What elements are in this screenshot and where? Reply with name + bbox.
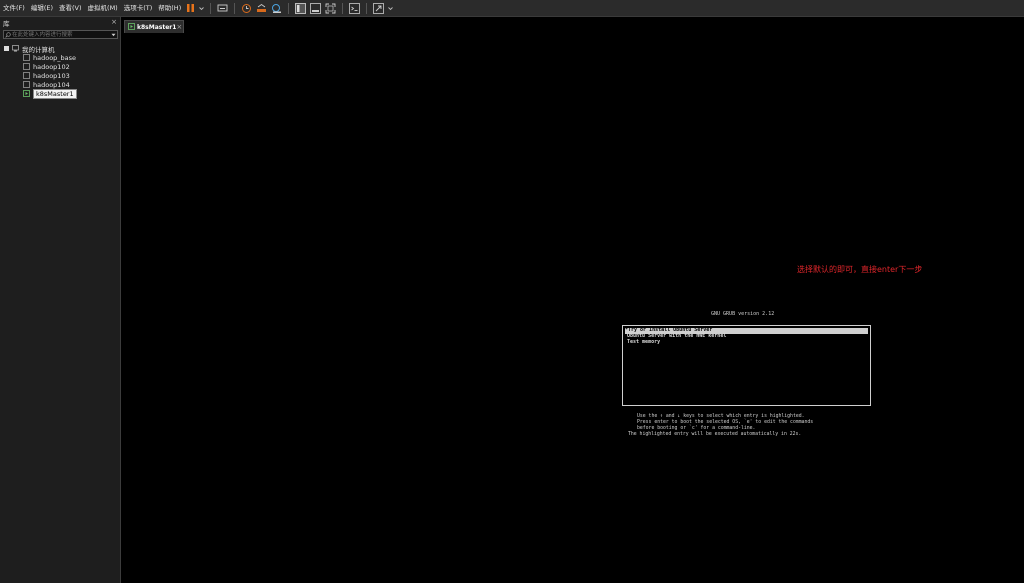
tab-k8smaster1[interactable]: k8sMaster1 × (124, 20, 184, 33)
tab-strip: k8sMaster1 × (121, 17, 1024, 34)
grub-version: GNU GRUB version 2.12 (711, 311, 775, 317)
vm-icon (23, 72, 30, 79)
grub-help-line: Use the ↑ and ↓ keys to select which ent… (637, 414, 805, 419)
computer-icon (12, 45, 19, 52)
menu-file[interactable]: 文件(F) (0, 0, 28, 16)
tree-item-label: k8sMaster1 (33, 88, 77, 99)
menu-tabs[interactable]: 选项卡(T) (121, 0, 156, 16)
pause-icon[interactable] (186, 0, 195, 16)
menu-edit[interactable]: 编辑(E) (28, 0, 56, 16)
snapshot-icon[interactable] (241, 0, 252, 16)
toolbar-separator (234, 2, 236, 14)
tree-item-label: hadoop103 (33, 71, 70, 80)
vm-icon (23, 81, 30, 88)
terminal-icon[interactable] (349, 0, 361, 16)
tree-item-label: hadoop_base (33, 53, 77, 62)
revert-snapshot-icon[interactable] (256, 0, 267, 16)
tree-item-hadoop-base[interactable]: hadoop_base (23, 53, 76, 62)
menu-view[interactable]: 查看(V) (56, 0, 85, 16)
tree-root-my-computer[interactable]: 我的计算机 (4, 44, 55, 54)
toolbar-separator (342, 2, 344, 14)
dropdown-arrow-icon[interactable] (388, 0, 394, 16)
toolbar-separator (366, 2, 368, 14)
tree-item-hadoop103[interactable]: hadoop103 (23, 71, 70, 80)
tree-root-label: 我的计算机 (22, 45, 55, 54)
library-search-box[interactable] (3, 30, 118, 39)
collapse-icon[interactable] (4, 46, 9, 51)
console-view-icon[interactable] (310, 0, 322, 16)
menu-bar: 文件(F) 编辑(E) 查看(V) 虚拟机(M) 选项卡(T) 帮助(H) (0, 0, 1024, 17)
vm-console[interactable]: 选择默认的即可，直接enter下一步 GNU GRUB version 2.12… (121, 34, 1024, 583)
tree-item-k8smaster1[interactable]: k8sMaster1 (23, 88, 77, 99)
search-dropdown-icon[interactable] (110, 33, 117, 37)
tree-item-label: hadoop102 (33, 62, 70, 71)
tree-item-label: hadoop104 (33, 80, 70, 89)
grub-help-line: before booting or `c' for a command-line… (637, 426, 756, 431)
menu-vm[interactable]: 虚拟机(M) (85, 0, 121, 16)
grub-menu: *Try or Install Ubuntu Server Ubuntu Ser… (622, 325, 871, 406)
search-icon (4, 31, 12, 38)
library-view-icon[interactable] (295, 0, 307, 16)
annotation-text: 选择默认的即可，直接enter下一步 (797, 265, 923, 274)
tab-label: k8sMaster1 (137, 23, 177, 31)
dropdown-arrow-icon[interactable] (199, 0, 205, 16)
vm-icon (23, 54, 30, 61)
menu-help[interactable]: 帮助(H) (155, 0, 184, 16)
full-screen-icon[interactable] (325, 0, 336, 16)
tree-item-hadoop102[interactable]: hadoop102 (23, 62, 70, 71)
grub-help-line: Press enter to boot the selected OS, `e'… (637, 420, 814, 425)
vmware-workstation-window: 文件(F) 编辑(E) 查看(V) 虚拟机(M) 选项卡(T) 帮助(H) 库 … (0, 0, 1024, 583)
library-panel: 库 × 我的计算机 hadoo (0, 17, 121, 583)
unity-view-icon[interactable] (373, 0, 385, 16)
toolbar-separator (288, 2, 290, 14)
grub-help-line: The highlighted entry will be executed a… (628, 432, 802, 437)
library-header: 库 × (0, 17, 120, 28)
toolbar-separator (210, 2, 212, 14)
library-close-button[interactable]: × (111, 17, 117, 28)
library-search-input[interactable] (12, 31, 110, 38)
running-vm-icon (23, 90, 30, 97)
tab-close-button[interactable]: × (176, 23, 182, 31)
vm-icon (23, 63, 30, 70)
running-vm-icon (128, 22, 135, 32)
snapshot-manager-icon[interactable] (271, 0, 282, 16)
library-title: 库 (3, 19, 10, 28)
grub-entry[interactable]: Test memory (627, 339, 660, 346)
send-keys-icon[interactable] (217, 0, 228, 16)
